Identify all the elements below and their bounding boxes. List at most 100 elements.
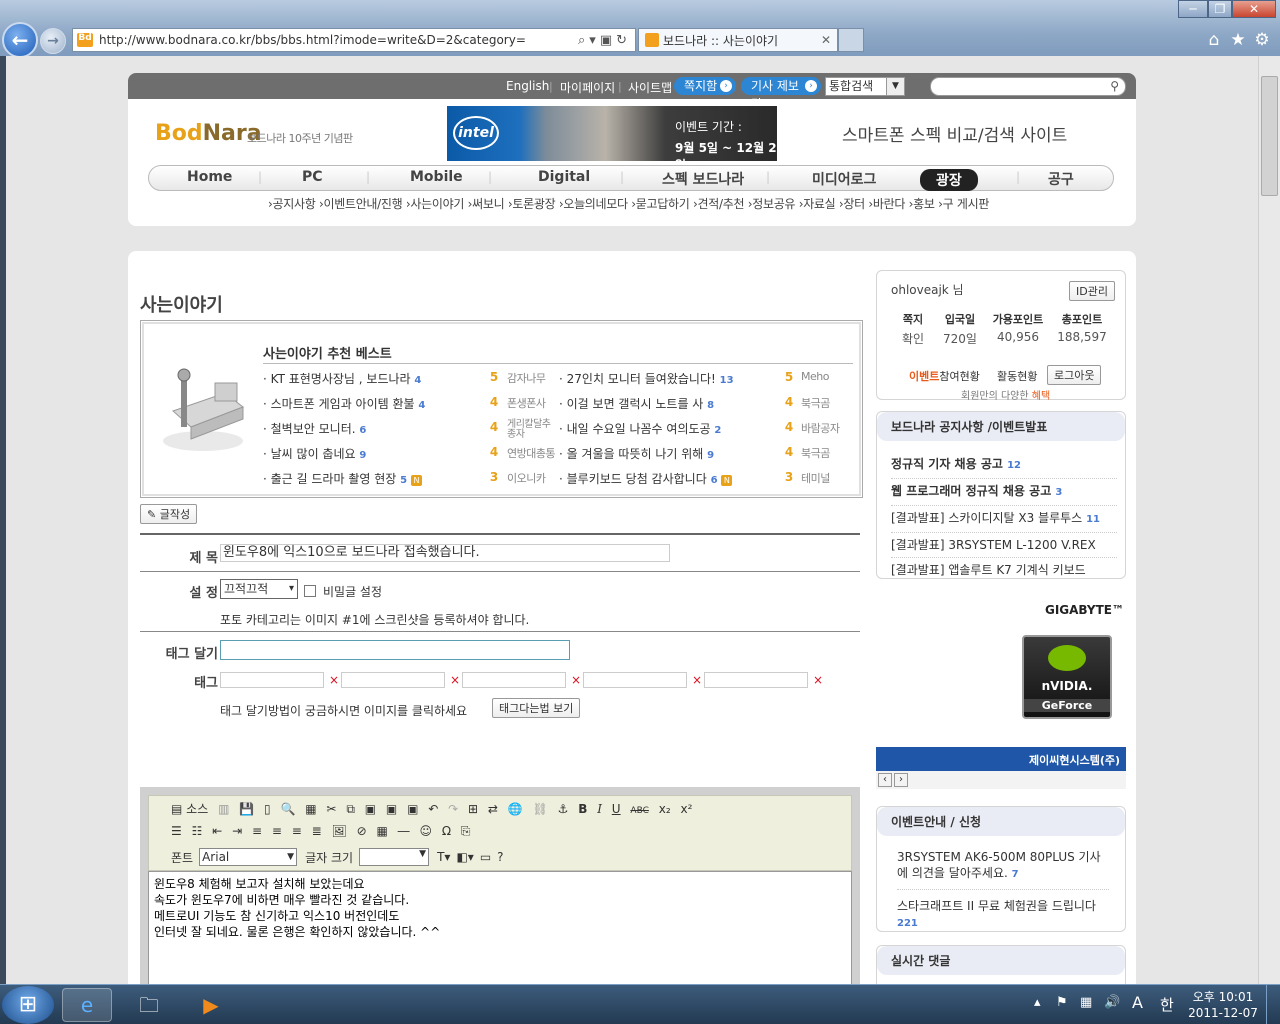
tag-remove-icon[interactable]: × bbox=[329, 673, 339, 687]
tag-remove-icon[interactable]: × bbox=[571, 673, 581, 687]
volume-icon[interactable]: 🔊 bbox=[1104, 995, 1120, 1010]
site-logo[interactable]: BodNara bbox=[155, 121, 262, 146]
outdent-icon[interactable]: ⇤ bbox=[212, 824, 222, 838]
bold-icon[interactable]: B bbox=[578, 802, 587, 816]
intel-event-banner[interactable]: intel 이벤트 기간 : 9월 5일 ~ 12월 2일 bbox=[447, 106, 777, 172]
find-icon[interactable]: ⊞ bbox=[468, 802, 478, 816]
save-icon[interactable]: 💾 bbox=[239, 802, 254, 816]
nav-medialog[interactable]: 미디어로그 bbox=[812, 169, 876, 189]
list-item[interactable]: · 철벽보안 모니터. 6 bbox=[263, 420, 498, 440]
tag-help-button[interactable]: 태그다는법 보기 bbox=[492, 698, 581, 718]
maximize-button[interactable]: ❐ bbox=[1208, 0, 1232, 18]
underline-icon[interactable]: U bbox=[612, 802, 621, 816]
list-item[interactable]: · 올 겨울을 따뜻히 나기 위해 9 bbox=[559, 445, 779, 465]
notice-item[interactable]: 정규직 기자 채용 공고 12 bbox=[891, 452, 1117, 479]
redo-icon[interactable]: ↷ bbox=[448, 802, 458, 816]
unlink-icon[interactable]: ⛓ bbox=[533, 802, 548, 816]
search-input[interactable]: ⚲ bbox=[930, 77, 1126, 96]
start-button[interactable]: ⊞ bbox=[2, 986, 54, 1024]
nav-home[interactable]: Home bbox=[187, 169, 232, 185]
table-icon[interactable]: ▦ bbox=[376, 824, 387, 838]
italic-icon[interactable]: I bbox=[597, 802, 602, 816]
close-button[interactable]: ✕ bbox=[1232, 0, 1276, 18]
link-icon[interactable]: 🌐 bbox=[508, 802, 523, 816]
sub-navigation[interactable]: ›공지사항 ›이벤트안내/진행 ›사는이야기 ›써보니 ›토론광장 ›오늘의네모… bbox=[268, 195, 989, 212]
messages-check-link[interactable]: 확인 bbox=[891, 330, 935, 347]
flash-icon[interactable]: ⊘ bbox=[357, 824, 367, 838]
list-item[interactable]: · 출근 길 드라마 촬영 현장 5 N bbox=[263, 470, 498, 490]
activity-status-link[interactable]: 활동현황 bbox=[997, 368, 1037, 384]
forward-button[interactable]: → bbox=[40, 28, 66, 54]
paste-text-icon[interactable]: ▣ bbox=[386, 802, 397, 816]
media-player-taskbar-icon[interactable]: ▶ bbox=[186, 988, 236, 1022]
address-tools-icon[interactable]: ⌕▾▣↻ bbox=[578, 33, 635, 48]
cut-icon[interactable]: ✂ bbox=[326, 802, 336, 816]
list-item[interactable]: · 날씨 많이 춥네요 9 bbox=[263, 445, 498, 465]
action-center-flag-icon[interactable]: ⚑ bbox=[1056, 995, 1068, 1010]
bg-color-icon[interactable]: ◧▾ bbox=[456, 850, 473, 864]
tag-remove-icon[interactable]: × bbox=[450, 673, 460, 687]
special-char-icon[interactable]: Ω bbox=[442, 824, 451, 838]
tag-input[interactable] bbox=[220, 672, 324, 688]
align-center-icon[interactable]: ≡ bbox=[272, 824, 282, 838]
message-box-button[interactable]: 쪽지함 › bbox=[674, 77, 736, 95]
page-break-icon[interactable]: ⎘ bbox=[461, 824, 471, 839]
notice-item[interactable]: 웹 프로그래머 정규직 채용 공고 3 bbox=[891, 479, 1117, 506]
home-icon[interactable]: ⌂ bbox=[1204, 30, 1224, 50]
next-arrow-icon[interactable]: › bbox=[894, 773, 908, 787]
tag-remove-icon[interactable]: × bbox=[692, 673, 702, 687]
ime-mode[interactable]: A bbox=[1132, 993, 1143, 1012]
event-item[interactable]: 3RSYSTEM AK6-500M 80PLUS 기사에 의견을 달아주세요. … bbox=[897, 849, 1109, 890]
report-button[interactable]: 기사 제보란 › bbox=[741, 77, 821, 111]
ie-taskbar-icon[interactable]: e bbox=[62, 988, 112, 1022]
settings-gear-icon[interactable]: ⚙ bbox=[1252, 30, 1272, 50]
nav-plaza[interactable]: 광장 bbox=[920, 169, 978, 191]
nav-pc[interactable]: PC bbox=[302, 169, 323, 185]
nav-group-buy[interactable]: 공구 bbox=[1048, 169, 1074, 189]
list-item[interactable]: · 이걸 보면 갤럭시 노트를 사 8 bbox=[559, 395, 779, 415]
unordered-list-icon[interactable]: ☷ bbox=[192, 824, 203, 838]
ad-gigabyte-nvidia[interactable]: GIGABYTE™ nVIDIA. GeForce 제이씨현시스템(주) ‹ › bbox=[876, 591, 1126, 791]
logout-button[interactable]: 로그아웃 bbox=[1047, 365, 1102, 385]
superscript-icon[interactable]: x² bbox=[680, 802, 692, 816]
paste-word-icon[interactable]: ▣ bbox=[407, 802, 418, 816]
scrollbar-thumb[interactable] bbox=[1261, 76, 1278, 196]
list-item[interactable]: · 27인치 모니터 들여왔습니다! 13 bbox=[559, 370, 779, 390]
tag-input[interactable] bbox=[341, 672, 445, 688]
sitemap-link[interactable]: 사이트맵 bbox=[628, 79, 672, 96]
search-icon[interactable]: ⚲ bbox=[1110, 79, 1119, 93]
paste-icon[interactable]: ▣ bbox=[365, 802, 376, 816]
search-scope-select[interactable]: 통합검색 ▼ bbox=[825, 77, 905, 96]
horizontal-rule-icon[interactable]: ― bbox=[398, 824, 410, 838]
tag-add-input[interactable] bbox=[220, 640, 570, 660]
list-item[interactable]: · 스마트폰 게임과 아이템 환불 4 bbox=[263, 395, 498, 415]
replace-icon[interactable]: ⇄ bbox=[488, 802, 498, 816]
notice-item[interactable]: [결과발표] 3RSYSTEM L-1200 V.REX bbox=[891, 533, 1117, 558]
ordered-list-icon[interactable]: ☰ bbox=[171, 824, 182, 838]
event-item[interactable]: 스타크래프트 II 무료 체험권을 드립니다 221 bbox=[897, 898, 1109, 932]
new-page-icon[interactable]: ▯ bbox=[264, 802, 271, 816]
event-status-link[interactable]: 이벤트참여현황 bbox=[909, 368, 980, 384]
write-post-button[interactable]: ✎ 글작성 bbox=[140, 504, 198, 524]
prev-arrow-icon[interactable]: ‹ bbox=[878, 773, 892, 787]
template-icon[interactable]: ▦ bbox=[305, 802, 316, 816]
nav-spec[interactable]: 스펙 보드나라 bbox=[662, 169, 744, 189]
maximize-editor-icon[interactable]: ▭ bbox=[480, 850, 491, 864]
tag-input[interactable] bbox=[704, 672, 808, 688]
tag-input[interactable] bbox=[462, 672, 566, 688]
show-desktop-button[interactable] bbox=[1266, 985, 1280, 1024]
list-item[interactable]: · 블루키보드 당첨 감사합니다 6 N bbox=[559, 470, 779, 490]
explorer-taskbar-icon[interactable]: 🗀 bbox=[124, 988, 174, 1022]
source-icon[interactable]: ▤ 소스 bbox=[171, 800, 208, 817]
favorites-icon[interactable]: ★ bbox=[1228, 30, 1248, 50]
tag-input[interactable] bbox=[583, 672, 687, 688]
undo-icon[interactable]: ↶ bbox=[428, 802, 438, 816]
mypage-link[interactable]: 마이페이지 bbox=[560, 79, 615, 96]
page-scrollbar[interactable] bbox=[1258, 56, 1280, 984]
print-preview-icon[interactable]: 🔍 bbox=[280, 802, 295, 816]
category-select[interactable]: 끄적끄적 ▾ bbox=[220, 579, 298, 599]
nav-mobile[interactable]: Mobile bbox=[410, 169, 463, 185]
smiley-icon[interactable]: ☺ bbox=[419, 824, 432, 838]
align-right-icon[interactable]: ≡ bbox=[292, 824, 302, 838]
help-icon[interactable]: ? bbox=[497, 850, 503, 864]
